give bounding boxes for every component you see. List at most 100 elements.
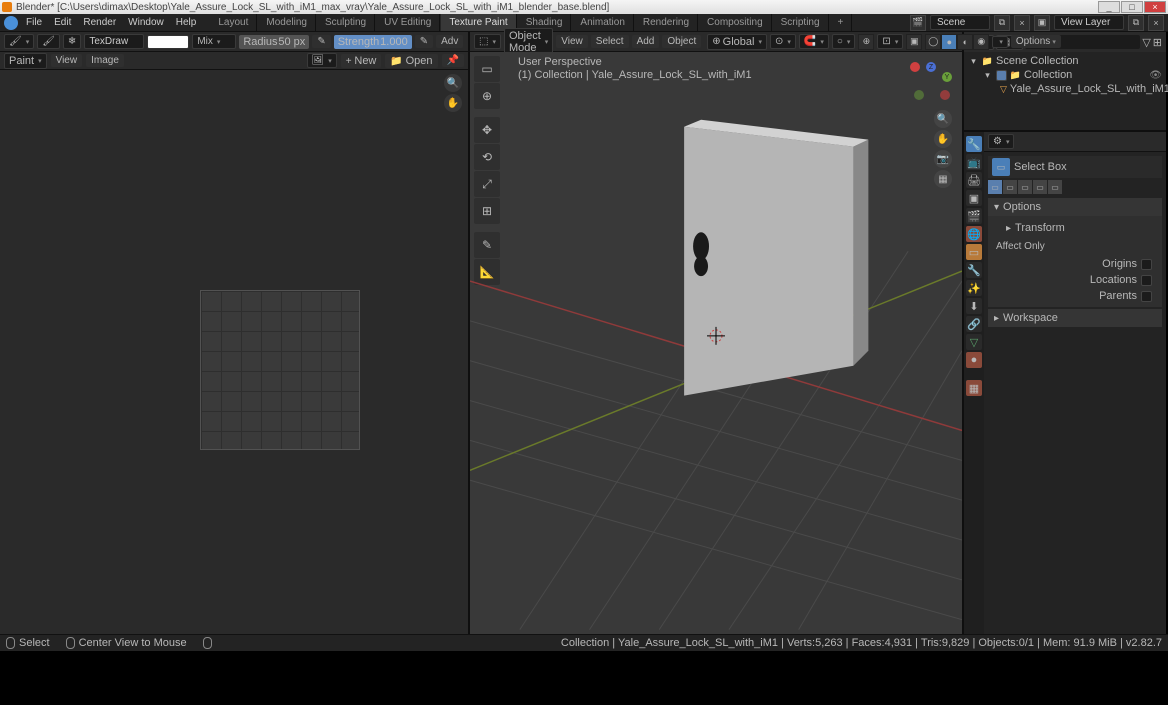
tab-object[interactable]: ▭: [966, 244, 982, 260]
shading-rendered[interactable]: ◉: [973, 34, 989, 50]
tab-physics[interactable]: ⬇: [966, 298, 982, 314]
brush-name-input[interactable]: TexDraw: [84, 34, 144, 49]
tab-world[interactable]: 🌐: [966, 226, 982, 242]
select-set-button[interactable]: ▭: [988, 180, 1002, 194]
tab-render[interactable]: 📺: [966, 154, 982, 170]
viewlayer-name-input[interactable]: View Layer: [1054, 15, 1124, 30]
select-extend-button[interactable]: ▭: [1003, 180, 1017, 194]
options-dropdown[interactable]: Options: [1011, 35, 1061, 48]
workspace-panel-header[interactable]: ▸ Workspace: [988, 309, 1162, 327]
brush-link-icon[interactable]: ❄: [63, 34, 81, 49]
tab-compositing[interactable]: Compositing: [699, 14, 772, 31]
tab-texture[interactable]: ▦: [966, 380, 982, 396]
shading-wireframe[interactable]: ◯: [925, 34, 941, 50]
axis-gizmo[interactable]: Z Y: [910, 62, 952, 104]
window-close-button[interactable]: ×: [1144, 1, 1166, 13]
image-canvas[interactable]: [0, 70, 468, 634]
tab-material[interactable]: ●: [966, 352, 982, 368]
axis-neg-x-icon[interactable]: [940, 90, 950, 100]
blender-logo-icon[interactable]: [4, 16, 18, 30]
window-minimize-button[interactable]: _: [1098, 1, 1120, 13]
paint-mode-dropdown[interactable]: Paint: [4, 53, 47, 69]
select-invert-button[interactable]: ▭: [1033, 180, 1047, 194]
persp-ortho-icon[interactable]: ▦: [934, 170, 952, 188]
tab-sculpting[interactable]: Sculpting: [317, 14, 375, 31]
tab-animation[interactable]: Animation: [572, 14, 633, 31]
tab-layout[interactable]: Layout: [210, 14, 257, 31]
editor-type-3d-dropdown[interactable]: ⬚: [474, 34, 501, 49]
menu-help[interactable]: Help: [170, 15, 203, 30]
tree-scene-collection[interactable]: ▾ 📁 Scene Collection: [968, 54, 1162, 68]
tab-scripting[interactable]: Scripting: [773, 14, 829, 31]
tab-tool-settings[interactable]: 🔧: [966, 136, 982, 152]
window-maximize-button[interactable]: □: [1121, 1, 1143, 13]
xray-toggle[interactable]: ▣: [906, 34, 922, 50]
zoom-icon[interactable]: 🔍: [444, 74, 462, 92]
tab-modifiers[interactable]: 🔧: [966, 262, 982, 278]
shading-solid[interactable]: ●: [941, 34, 957, 50]
viewport-3d[interactable]: User Perspective (1) Collection | Yale_A…: [470, 52, 962, 634]
tab-viewlayer[interactable]: ▣: [966, 190, 982, 206]
gizmo-toggle[interactable]: ⊕: [858, 34, 874, 50]
viewport-menu-object[interactable]: Object: [662, 35, 701, 48]
editor-type-dropdown[interactable]: 🖌: [4, 34, 34, 49]
scene-browse-icon[interactable]: 🎬: [910, 15, 926, 31]
axis-z-icon[interactable]: Z: [926, 62, 936, 72]
viewlayer-delete-button[interactable]: ×: [1148, 15, 1164, 31]
viewport-menu-view[interactable]: View: [556, 35, 588, 48]
tree-object[interactable]: ▽ Yale_Assure_Lock_SL_with_iM1 ▽ 👁: [968, 82, 1162, 96]
overlay-dropdown[interactable]: ⊡: [877, 34, 903, 49]
parents-checkbox[interactable]: [1141, 291, 1152, 302]
menu-window[interactable]: Window: [122, 15, 170, 30]
image-new-button[interactable]: + New: [341, 54, 382, 68]
chevron-down-icon[interactable]: ▾: [982, 70, 993, 81]
viewlayer-new-button[interactable]: ⧉: [1128, 15, 1144, 31]
outliner-filter-button[interactable]: ▽: [1142, 36, 1150, 49]
locations-checkbox[interactable]: [1141, 275, 1152, 286]
tab-scene[interactable]: 🎬: [966, 208, 982, 224]
tab-uv-editing[interactable]: UV Editing: [376, 14, 440, 31]
tab-output[interactable]: 🖨: [966, 172, 982, 188]
proportional-dropdown[interactable]: ○: [832, 34, 856, 49]
tree-collection[interactable]: ▾ 📁 Collection 👁: [968, 68, 1162, 82]
pivot-dropdown[interactable]: ⊙: [770, 34, 796, 49]
pan-viewport-icon[interactable]: ✋: [934, 130, 952, 148]
outliner-new-collection-button[interactable]: ⊞: [1153, 36, 1162, 49]
options-panel-header[interactable]: ▾ Options: [988, 198, 1162, 216]
menu-edit[interactable]: Edit: [48, 15, 77, 30]
image-pin-button[interactable]: 📌: [442, 54, 464, 67]
viewlayer-browse-icon[interactable]: ▣: [1034, 15, 1050, 31]
tab-mesh-data[interactable]: ▽: [966, 334, 982, 350]
tab-particles[interactable]: ✨: [966, 280, 982, 296]
tab-constraints[interactable]: 🔗: [966, 316, 982, 332]
camera-view-icon[interactable]: 📷: [934, 150, 952, 168]
properties-type-dropdown[interactable]: ⚙: [988, 134, 1014, 149]
blend-mode-dropdown[interactable]: Mix: [192, 34, 236, 49]
select-subtract-button[interactable]: ▭: [1018, 180, 1032, 194]
tab-add-workspace[interactable]: +: [830, 14, 853, 31]
image-menu-view[interactable]: View: [51, 54, 83, 67]
brush-browse-icon[interactable]: 🖌: [37, 34, 60, 49]
strength-pressure-toggle[interactable]: ✎: [415, 35, 433, 48]
strength-slider[interactable]: Strength 1.000: [334, 35, 412, 49]
pan-icon[interactable]: ✋: [444, 94, 462, 112]
advanced-button[interactable]: Adv: [436, 35, 463, 48]
viewport-menu-add[interactable]: Add: [632, 35, 660, 48]
scene-delete-button[interactable]: ×: [1014, 15, 1030, 31]
axis-neg-y-icon[interactable]: [914, 90, 924, 100]
menu-file[interactable]: File: [20, 15, 48, 30]
brush-color-swatch[interactable]: [147, 35, 189, 49]
radius-pressure-toggle[interactable]: ✎: [312, 35, 330, 48]
orientation-dropdown[interactable]: ⊕ Global: [707, 34, 767, 50]
image-open-button[interactable]: 📁 Open: [385, 54, 437, 68]
axis-y-icon[interactable]: Y: [942, 72, 952, 82]
radius-slider[interactable]: Radius 50 px: [239, 35, 309, 49]
visibility-eye-icon[interactable]: 👁: [1149, 70, 1162, 81]
shading-options-dropdown[interactable]: [992, 36, 1008, 48]
tab-rendering[interactable]: Rendering: [635, 14, 698, 31]
menu-render[interactable]: Render: [77, 15, 122, 30]
scene-name-input[interactable]: Scene: [930, 15, 990, 30]
viewport-menu-select[interactable]: Select: [591, 35, 629, 48]
image-menu-image[interactable]: Image: [86, 54, 124, 67]
select-intersect-button[interactable]: ▭: [1048, 180, 1062, 194]
